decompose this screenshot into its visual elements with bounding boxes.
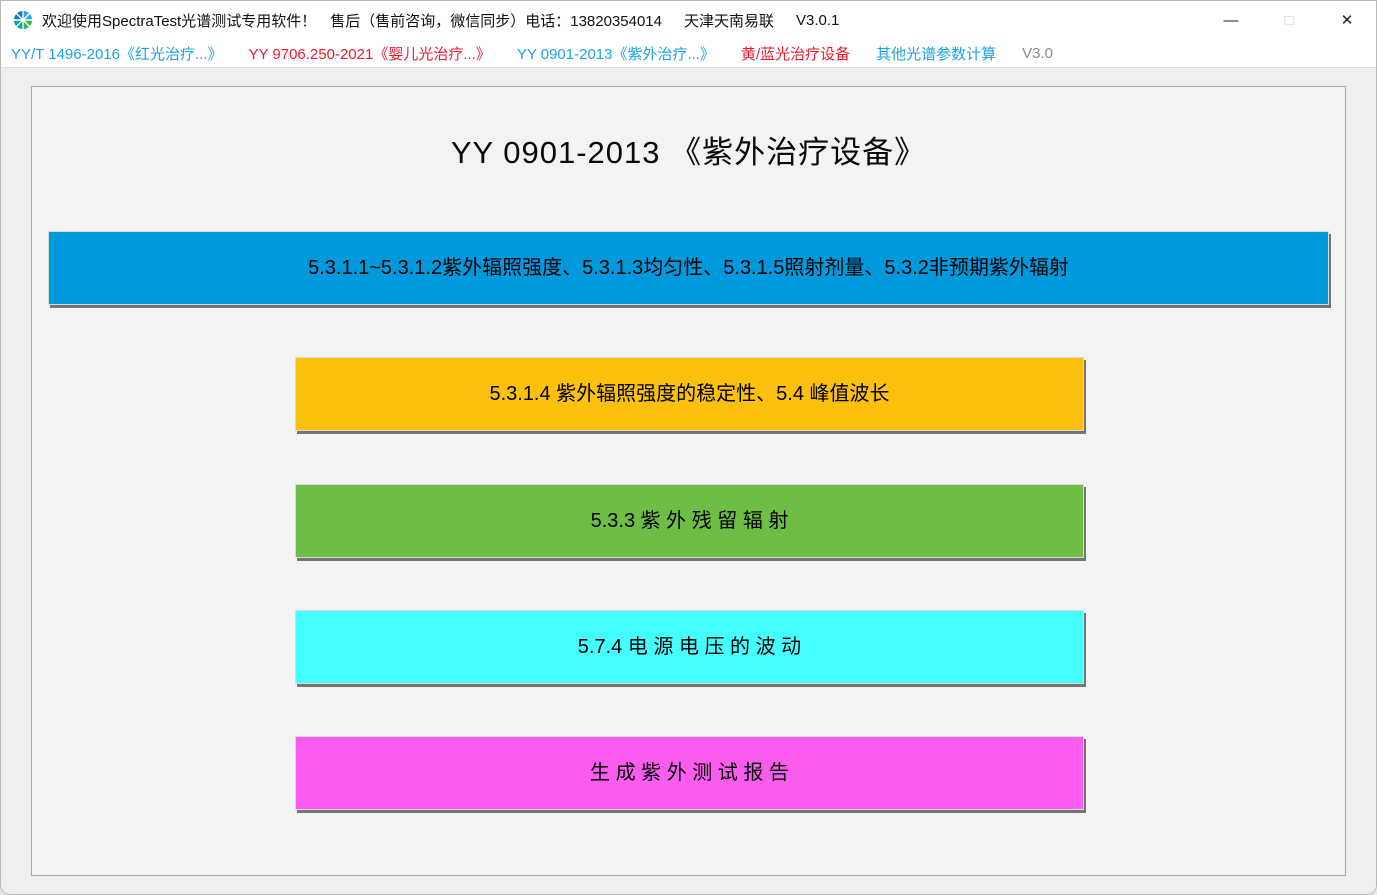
window-body: YY 0901-2013 《紫外治疗设备》 5.3.1.1~5.3.1.2紫外辐…	[1, 69, 1376, 894]
menubar: YY/T 1496-2016《红光治疗...》 YY 9706.250-2021…	[1, 39, 1376, 68]
menu-version-label: V3.0	[1022, 45, 1053, 62]
menu-item-other-spectral-params[interactable]: 其他光谱参数计算	[876, 43, 996, 64]
generate-uv-report-button[interactable]: 生 成 紫 外 测 试 报 告	[295, 736, 1084, 810]
titlebar-welcome-text: 欢迎使用SpectraTest光谱测试专用软件！	[42, 10, 316, 31]
window-controls: — □ ✕	[1202, 1, 1376, 39]
minimize-button[interactable]: —	[1202, 1, 1260, 39]
menu-item-uv-standard[interactable]: YY 0901-2013《紫外治疗...》	[517, 43, 715, 64]
uv-irradiance-tests-button[interactable]: 5.3.1.1~5.3.1.2紫外辐照强度、5.3.1.3均匀性、5.3.1.5…	[48, 231, 1329, 305]
titlebar: 欢迎使用SpectraTest光谱测试专用软件！ 售后（售前咨询，微信同步）电话…	[1, 1, 1376, 39]
app-window: 欢迎使用SpectraTest光谱测试专用软件！ 售后（售前咨询，微信同步）电话…	[0, 0, 1377, 895]
menu-item-yellow-blue-light[interactable]: 黄/蓝光治疗设备	[741, 43, 850, 64]
titlebar-support-text: 售后（售前咨询，微信同步）电话：13820354014	[330, 10, 662, 31]
main-panel: YY 0901-2013 《紫外治疗设备》 5.3.1.1~5.3.1.2紫外辐…	[31, 86, 1346, 876]
page-title: YY 0901-2013 《紫外治疗设备》	[32, 127, 1345, 172]
uv-stability-peak-wavelength-button[interactable]: 5.3.1.4 紫外辐照强度的稳定性、5.4 峰值波长	[295, 357, 1084, 431]
close-button[interactable]: ✕	[1318, 1, 1376, 39]
spectratest-logo-icon	[13, 10, 33, 30]
power-voltage-fluctuation-button[interactable]: 5.7.4 电 源 电 压 的 波 动	[295, 610, 1084, 684]
maximize-button[interactable]: □	[1260, 1, 1318, 39]
menu-item-infant-light-standard[interactable]: YY 9706.250-2021《婴儿光治疗...》	[248, 43, 490, 64]
uv-residual-radiation-button[interactable]: 5.3.3 紫 外 残 留 辐 射	[295, 484, 1084, 558]
titlebar-version-text: V3.0.1	[796, 12, 839, 29]
menu-item-red-light-standard[interactable]: YY/T 1496-2016《红光治疗...》	[11, 43, 222, 64]
titlebar-company-text: 天津天南易联	[684, 10, 774, 31]
